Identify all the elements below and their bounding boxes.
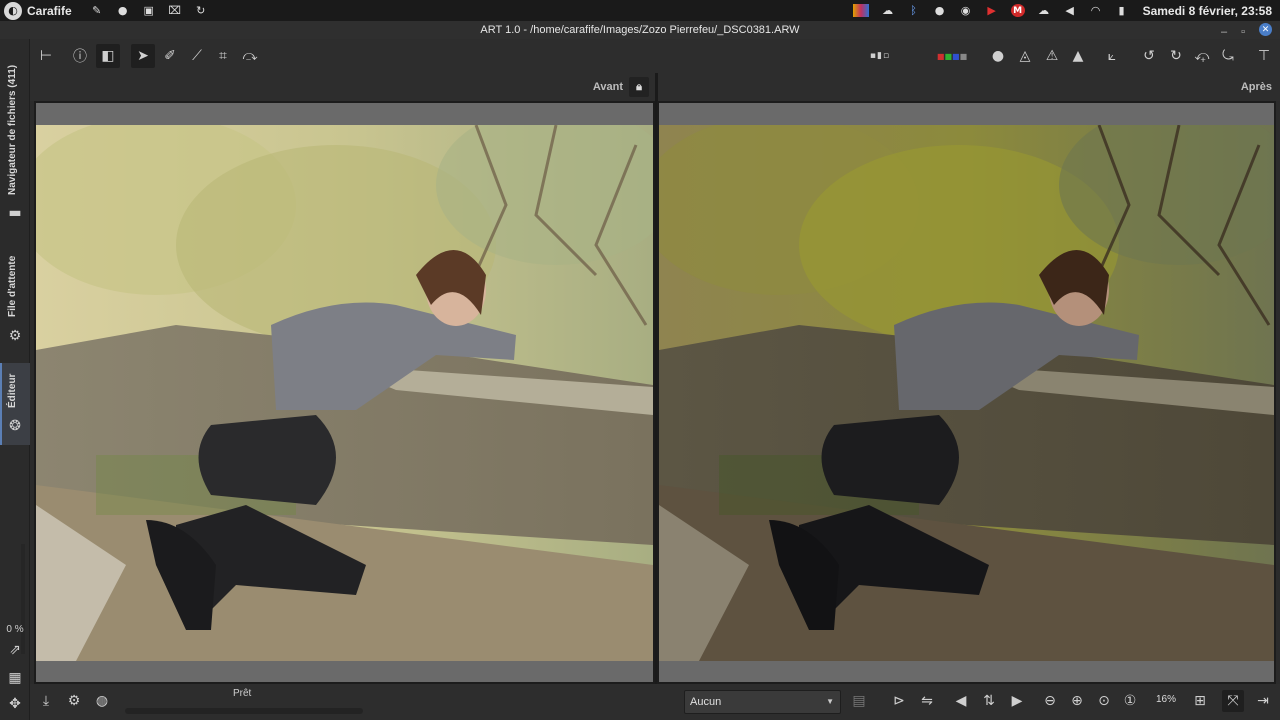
export-icon[interactable]: ⇗ [6,642,24,658]
eye-icon[interactable]: ◉ [959,4,973,17]
before-preview-pane[interactable] [34,101,655,684]
weather-icon[interactable]: ☁ [881,4,895,17]
window-title: ART 1.0 - /home/carafife/Images/Zozo Pie… [480,24,800,36]
sync-image-icon[interactable]: ⇋ [916,690,938,712]
zoom-100-icon[interactable]: ① [1119,690,1141,712]
mail-m-icon[interactable]: M [1010,4,1025,17]
recorder-icon[interactable]: ● [116,4,130,17]
straighten-icon[interactable]: ⟋ [185,44,209,68]
gears-icon: ⚙ [8,328,22,344]
swatch-icon[interactable]: ▪▮▫ [868,44,892,68]
flip-horizontal-icon[interactable]: ⤿ [1216,44,1240,68]
before-after-icon[interactable]: ◧ [96,44,120,68]
sort-icon[interactable]: ⇅ [978,690,1000,712]
progress-bar [125,708,363,714]
folder-icon: ▬ [8,205,22,221]
system-app-name[interactable]: Carafife [27,4,72,18]
rotate-right-icon[interactable]: ↻ [1164,44,1188,68]
tab-queue-label: File d'attente [7,255,18,317]
tab-queue[interactable]: File d'attente ⚙ [0,239,30,349]
profile-select[interactable]: Aucun ▼ [684,690,841,714]
left-tab-bar: Navigateur de fichiers (411) ▬ File d'at… [0,39,30,720]
zoom-in-icon[interactable]: ⊕ [1066,690,1088,712]
wifi-icon[interactable]: ◠ [1089,4,1103,17]
warning-highlights-icon[interactable]: ▲ [1066,44,1090,68]
tools-icon[interactable]: ▦ [6,670,24,686]
previous-icon[interactable]: ◀ [950,690,972,712]
after-preview-pane[interactable] [657,101,1276,684]
panel-toggle-icon[interactable]: ⊤ [1252,44,1276,68]
before-photo [36,125,653,661]
color-picker-icon[interactable]: ✐ [158,44,182,68]
tab-editor[interactable]: Éditeur ❂ [0,363,30,445]
new-window-icon[interactable]: ⊞ [1189,690,1211,712]
focus-mask-icon[interactable]: ◬ [1013,44,1037,68]
profile-apply-icon[interactable]: ▤ [848,690,870,712]
lightbulb-icon[interactable]: ● [933,4,947,17]
collapse-panel-icon[interactable]: ⇥ [1252,690,1274,712]
save-icon[interactable]: ⤓ [35,690,57,712]
chevron-down-icon: ▼ [826,697,834,706]
zoom-level: 16% [1156,694,1177,705]
volume-icon[interactable]: ◀ [1063,4,1077,17]
profile-select-value: Aucun [690,696,722,708]
sync-icon[interactable]: ↻ [194,4,208,17]
editor-toolbar: ⊢ ⓘ ◧ ➤ ✐ ⟋ ⌗ ⤼ ▪▮▫ ■ ■ ■ ■ ● ◬ ⚠ ▲ ⟀ ↺ ↻ ⤽… [30,39,1280,73]
transform-icon[interactable]: ⤼ [238,44,262,68]
left-scroll-track[interactable] [21,544,25,654]
window-title-bar[interactable]: ART 1.0 - /home/carafife/Images/Zozo Pie… [0,21,1280,39]
external-editor-icon[interactable]: ◍ [91,690,113,712]
flip-vertical-icon[interactable]: ⤽ [1190,44,1214,68]
battery-icon[interactable]: ▮ [1115,4,1129,17]
move-icon[interactable]: ✥ [6,696,24,712]
color-icon[interactable] [852,4,869,17]
prev-image-icon[interactable]: ⊳ [888,690,910,712]
aperture-icon: ❂ [9,418,21,434]
histogram-icon[interactable]: ⟀ [1100,44,1124,68]
after-photo [659,125,1274,661]
media-icon[interactable]: ▶ [985,4,999,17]
hand-select-icon[interactable]: ➤ [131,44,155,68]
preview-color-icon[interactable]: ■ ■ ■ ■ [928,44,976,68]
rotate-left-icon[interactable]: ↺ [1137,44,1161,68]
editor-bottom-bar: ⤓ ⚙ ◍ Prêt Aucun ▼ ▤ ⊳ ⇋ ◀ ⇅ ▶ ⊖ ⊕ ⊙ ① 1… [30,684,1280,720]
crop-icon[interactable]: ⌗ [211,44,235,68]
bluetooth-icon[interactable]: ᛒ [907,4,921,17]
lock-icon[interactable]: 🔒︎ [629,77,649,97]
cloud-icon[interactable]: ☁ [1037,4,1051,17]
fullscreen-icon[interactable]: ⤧ [1222,690,1244,712]
close-icon[interactable]: ✕ [1259,23,1272,36]
next-icon[interactable]: ▶ [1006,690,1028,712]
edit-icon[interactable]: ✎ [90,4,104,17]
tab-editor-label: Éditeur [7,373,18,408]
warning-shadows-icon[interactable]: ⚠ [1040,44,1064,68]
zoom-out-icon[interactable]: ⊖ [1039,690,1061,712]
tab-file-browser[interactable]: Navigateur de fichiers (411) ▬ [0,39,30,221]
queue-add-icon[interactable]: ⚙ [63,690,85,712]
before-label: Avant [592,81,623,93]
tab-file-browser-label: Navigateur de fichiers (411) [7,64,18,195]
distro-logo-icon[interactable]: ◐ [4,1,22,20]
system-clock[interactable]: Samedi 8 février, 23:58 [1143,4,1272,18]
circle-icon[interactable]: ● [986,44,1010,68]
after-label: Après [1240,81,1272,93]
status-text: Prêt [233,688,252,699]
clipboard-icon[interactable]: ⌧ [168,4,182,17]
info-icon[interactable]: ⓘ [68,44,92,68]
left-percent-label: 0 % [6,624,24,635]
split-view-icon[interactable]: ⊢ [34,44,58,68]
system-top-bar: ◐ Carafife ✎ ● ▣ ⌧ ↻ ☁ ᛒ ● ◉ ▶ M ☁ ◀ ◠ ▮… [0,0,1280,21]
window-icon[interactable]: ▣ [142,4,156,17]
zoom-fit-icon[interactable]: ⊙ [1093,690,1115,712]
